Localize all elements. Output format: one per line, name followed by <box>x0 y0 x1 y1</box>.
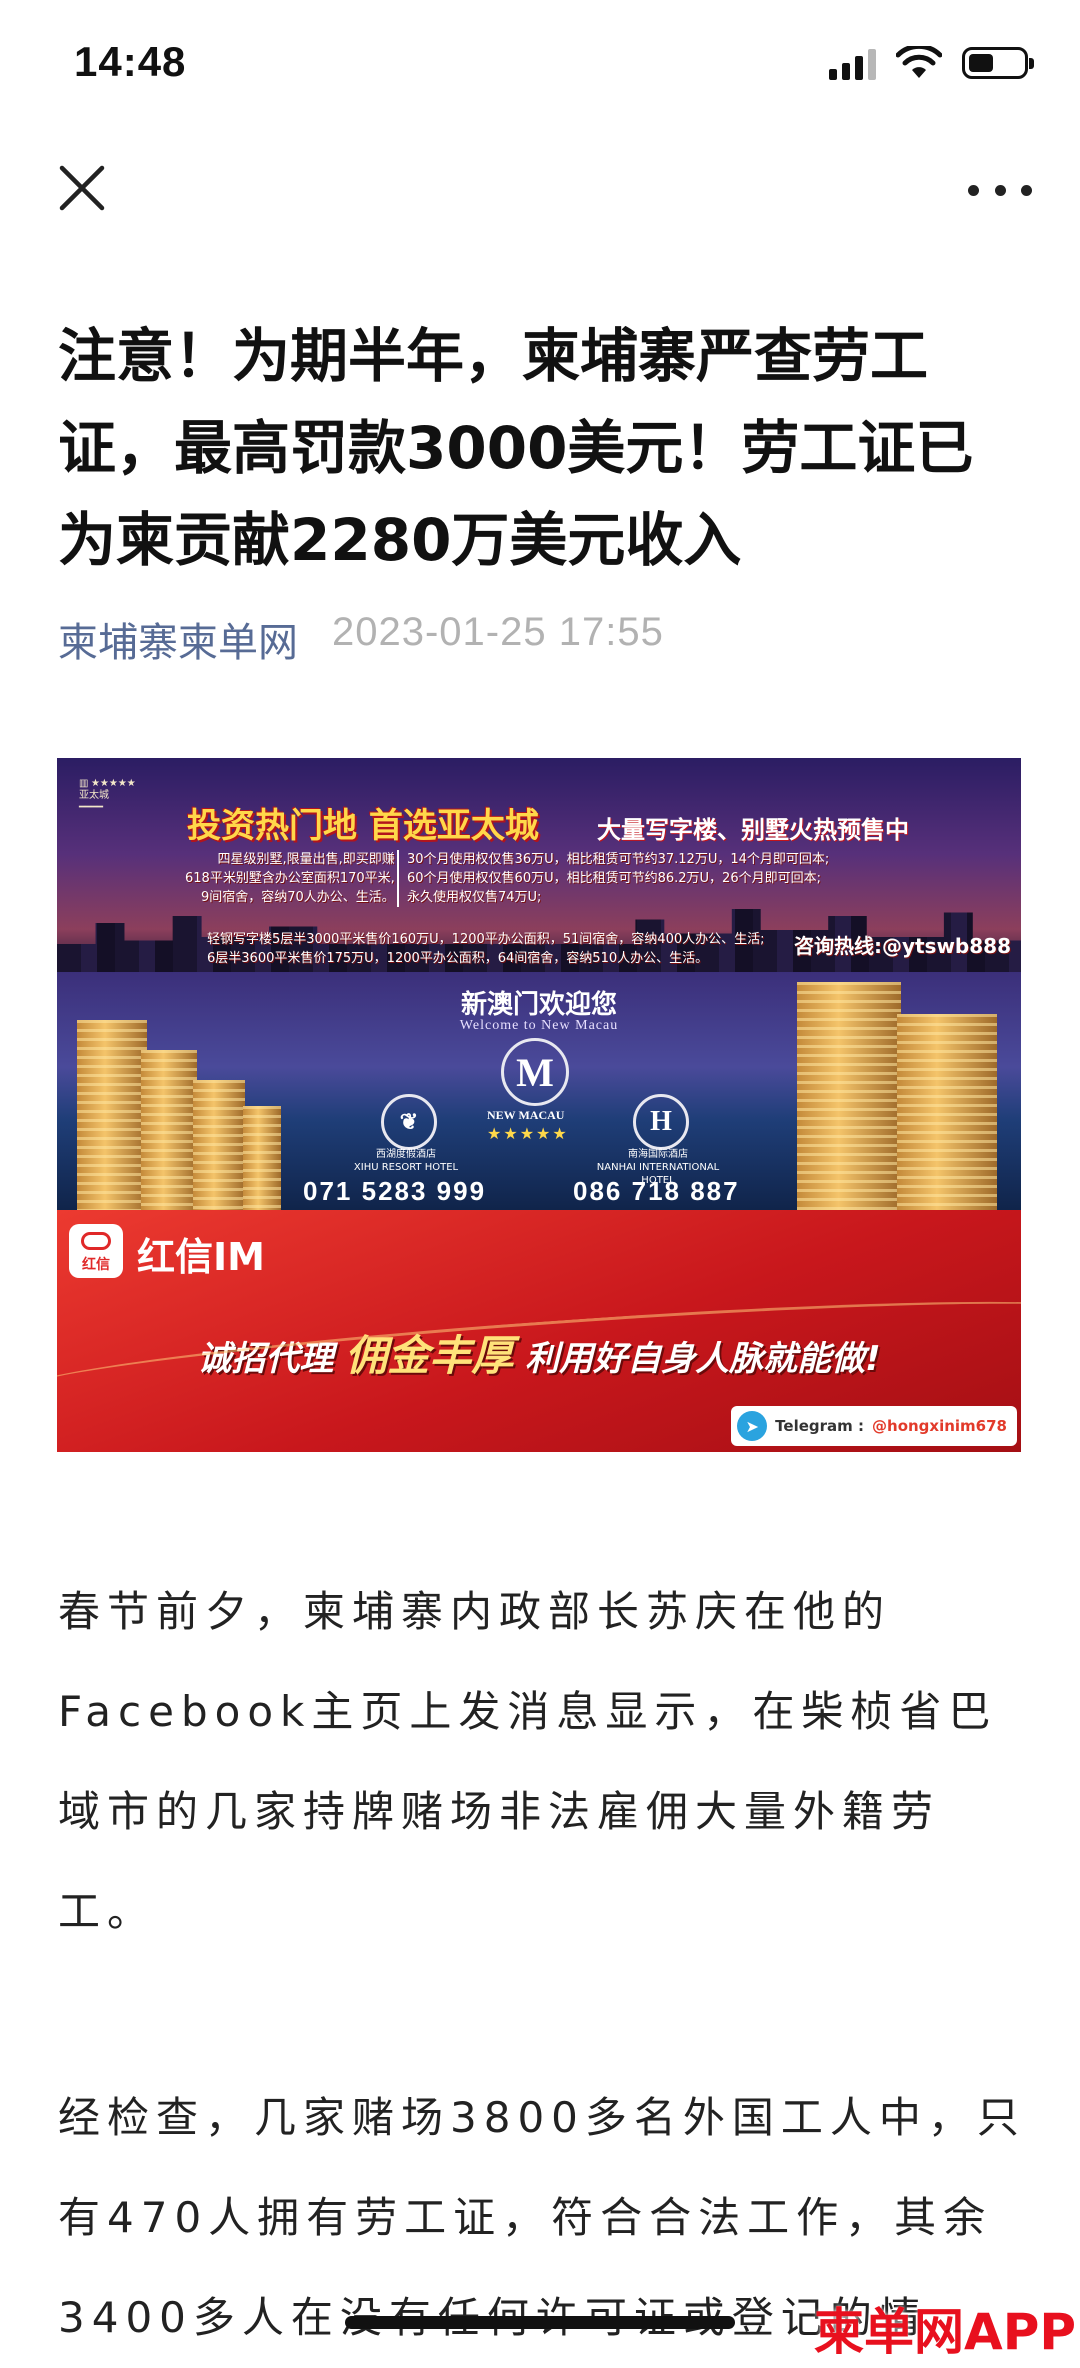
ad-detail-line: 四星级别墅,限量出售,即买即赚 <box>217 852 395 867</box>
article-title: 注意！为期半年，柬埔寨严查劳工证，最高罚款3000美元！劳工证已为柬贡献2280… <box>58 322 974 574</box>
article-date: 2023-01-25 17:55 <box>332 610 664 654</box>
ad-detail-line: 618平米别墅含办公室面积170平米, <box>185 871 395 886</box>
hotel-left-name: 西湖度假酒店 XIHU RESORT HOTEL <box>331 1148 481 1174</box>
ad-slogan-b: 利用好自身人脉就能做! <box>525 1339 881 1379</box>
cellular-signal-icon <box>829 46 876 80</box>
nanhai-hotel-logo: H <box>633 1094 689 1150</box>
brand-name: NEW MACAU <box>487 1108 565 1122</box>
article-meta: 柬埔寨柬单网 2023-01-25 17:55 <box>58 610 664 668</box>
ad-hotline: 咨询热线:@ytswb888 <box>793 934 1011 958</box>
hotel-tower-graphic <box>193 1080 245 1210</box>
hotel-left-name-en: XIHU RESORT HOTEL <box>353 1162 459 1173</box>
xihu-hotel-logo: ❦ <box>381 1094 437 1150</box>
ad-banner-hotels: 新澳门欢迎您 Welcome to New Macau M NEW MACAU … <box>57 972 1021 1210</box>
telegram-icon: ➤ <box>737 1411 768 1441</box>
ad-detail-right: 30个月使用权仅售36万U，相比租赁可节约37.12万U，14个月即可回本; 6… <box>397 850 829 907</box>
status-bar: 14:48 <box>0 0 1080 130</box>
hotel-left-name-cn: 西湖度假酒店 <box>376 1149 436 1160</box>
ad-banner[interactable]: ▥ ★★★★★ 亚太城 ━━━━ 投资热门地 首选亚太城 大量写字楼、别墅火热预售中… <box>57 758 1021 1452</box>
star-rating: ★★★★★ <box>487 1124 569 1143</box>
more-button[interactable] <box>968 170 1032 210</box>
ad-banner-im: 红信 红信IM 诚招代理 佣金丰厚 利用好自身人脉就能做! ➤ Telegram… <box>57 1210 1021 1452</box>
ad-detail-line: 6层半3600平米售价175万U，1200平办公面积，64间宿舍，容纳510人办… <box>207 951 709 966</box>
hotel-right-phone: 086 718 887 <box>573 1176 740 1206</box>
article-source-link[interactable]: 柬埔寨柬单网 <box>58 610 298 668</box>
app-name: 红信IM <box>137 1235 265 1279</box>
telegram-handle: @hongxinim678 <box>872 1417 1007 1435</box>
ad-detail-line: 9间宿舍，容纳70人办公、生活。 <box>200 890 395 905</box>
close-icon <box>59 165 105 211</box>
ad-detail-line: 30个月使用权仅售36万U，相比租赁可节约37.12万U，14个月即可回本; <box>407 852 830 867</box>
hotel-tower-graphic <box>141 1050 197 1210</box>
hotel-right-name-cn: 南海国际酒店 <box>628 1149 688 1160</box>
welcome-text: 新澳门欢迎您 <box>460 990 617 1020</box>
telegram-label: Telegram : <box>775 1417 865 1435</box>
hotel-tower-graphic <box>243 1106 281 1210</box>
hotel-left-phone: 071 5283 999 <box>303 1176 487 1206</box>
ad-detail-bottom: 轻钢写字楼5层半3000平米售价160万U，1200平办公面积，51间宿舍，容纳… <box>207 930 765 968</box>
more-icon-dot <box>994 184 1006 196</box>
ad-banner-realestate: ▥ ★★★★★ 亚太城 ━━━━ 投资热门地 首选亚太城 大量写字楼、别墅火热预售中… <box>57 758 1021 972</box>
battery-level <box>969 54 993 72</box>
ad-detail-line: 60个月使用权仅售60万U，相比租赁可节约86.2万U，26个月即可回本; <box>407 871 821 886</box>
ad-slogan: 诚招代理 佣金丰厚 利用好自身人脉就能做! <box>57 1322 1021 1383</box>
hotel-tower-graphic <box>897 1014 997 1210</box>
welcome-text-en: Welcome to New Macau <box>459 1018 619 1033</box>
more-icon-dot <box>1021 184 1032 196</box>
ad-headline: 投资热门地 首选亚太城 <box>187 806 539 846</box>
wifi-icon <box>896 46 942 78</box>
status-icons <box>829 46 1034 80</box>
ad-slogan-a: 诚招代理 <box>197 1339 334 1379</box>
watermark-logo: 柬单网APP <box>814 2303 1076 2361</box>
article-paragraph: 春节前夕，柬埔寨内政部长苏庆在他的Facebook主页上发消息显示，在柴桢省巴域… <box>58 1587 998 1936</box>
status-time: 14:48 <box>74 38 187 85</box>
ad-detail-left: 四星级别墅,限量出售,即买即赚 618平米别墅含办公室面积170平米, 9间宿舍… <box>185 850 395 907</box>
new-macau-logo: M <box>501 1038 569 1106</box>
more-icon <box>968 184 979 196</box>
hongxin-app-icon: 红信 <box>69 1224 123 1278</box>
battery-icon <box>962 47 1034 79</box>
realestate-logo: ▥ ★★★★★ 亚太城 ━━━━ <box>79 778 136 813</box>
ad-detail-line: 永久使用权仅售74万U; <box>407 890 542 905</box>
ad-slogan-highlight: 佣金丰厚 <box>345 1331 514 1380</box>
ad-detail-line: 轻钢写字楼5层半3000平米售价160万U，1200平办公面积，51间宿舍，容纳… <box>207 932 765 947</box>
hotel-tower-graphic <box>77 1020 147 1210</box>
ad-subhead: 大量写字楼、别墅火热预售中 <box>597 816 909 844</box>
home-indicator[interactable] <box>345 2316 735 2329</box>
telegram-contact: ➤ Telegram : @hongxinim678 <box>731 1406 1017 1446</box>
close-button[interactable] <box>56 162 108 214</box>
